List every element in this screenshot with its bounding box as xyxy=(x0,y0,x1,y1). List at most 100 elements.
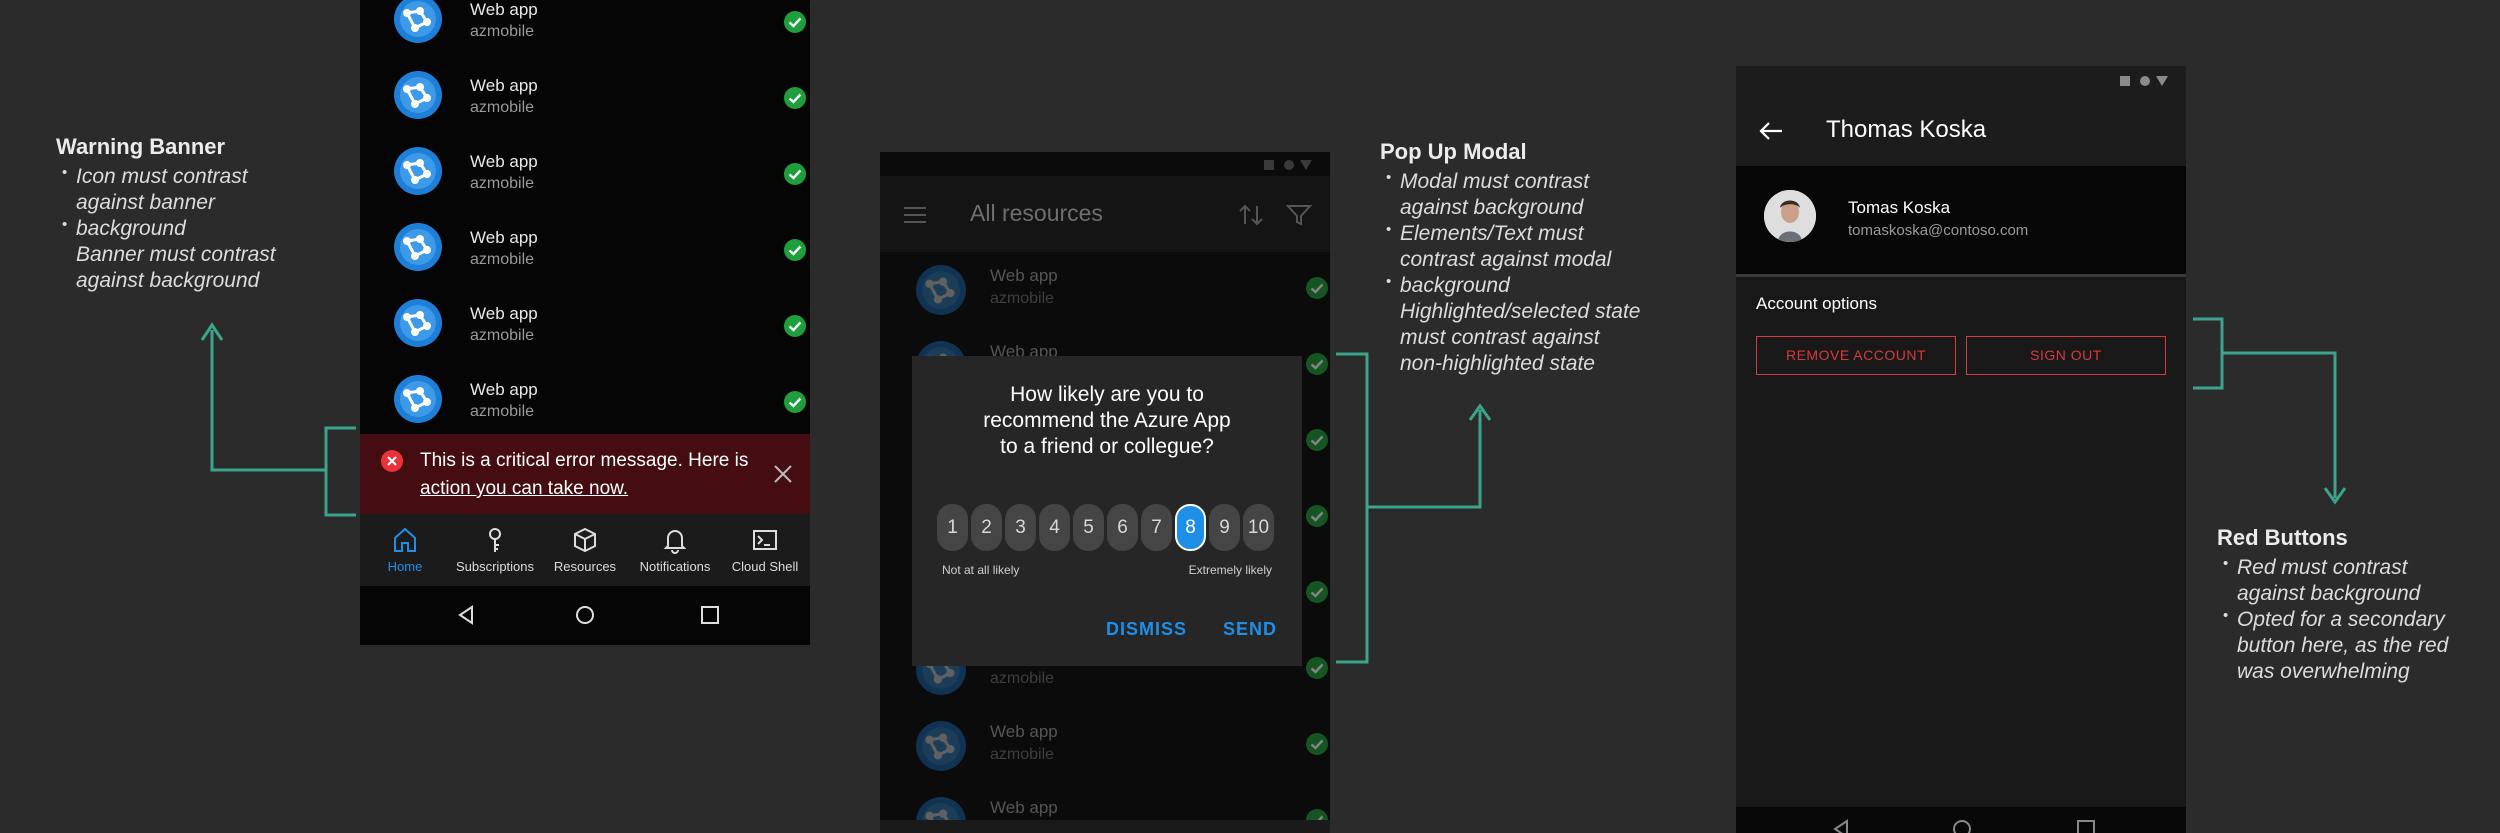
sign-out-button[interactable]: SIGN OUT xyxy=(1966,336,2166,375)
rating-option[interactable]: 8 xyxy=(1175,504,1206,551)
web-app-icon xyxy=(393,374,443,424)
close-icon[interactable] xyxy=(773,464,793,484)
check-circle-icon xyxy=(1305,732,1329,756)
survey-modal: How likely are you to recommend the Azur… xyxy=(912,356,1302,666)
pop-up-modal-annotation: Pop Up Modal Modal must contrast against… xyxy=(1380,139,1641,377)
tab-cloud-shell[interactable]: Cloud Shell xyxy=(720,514,810,586)
list-item[interactable]: Web app azmobile xyxy=(360,360,810,436)
rating-option[interactable]: 7 xyxy=(1141,504,1172,551)
home-circle-icon[interactable] xyxy=(574,604,596,626)
annotation-bullet: Elements/Text must xyxy=(1380,217,1641,247)
warning-arrow-line xyxy=(210,330,326,472)
annotation-line: button here, as the red xyxy=(2237,634,2449,657)
dismiss-button[interactable]: DISMISS xyxy=(1106,619,1187,640)
check-circle-icon xyxy=(783,86,807,110)
sort-icon[interactable] xyxy=(1237,202,1265,228)
user-photo-icon xyxy=(1764,190,1816,242)
item-subtitle: azmobile xyxy=(470,403,535,420)
web-app-icon xyxy=(393,0,443,44)
list-item[interactable]: Web app azmobile xyxy=(360,132,810,208)
check-circle-icon xyxy=(783,162,807,186)
android-nav-bar xyxy=(1736,807,2186,833)
tab-subscriptions[interactable]: Subscriptions xyxy=(450,514,540,586)
list-item[interactable]: Web app azmobile xyxy=(360,284,810,360)
warning-banner-annotation: Warning Banner Icon must contrast agains… xyxy=(56,134,276,294)
modal-bracket xyxy=(1336,352,1369,664)
check-circle-icon xyxy=(1305,428,1329,452)
status-icons xyxy=(2120,76,2168,86)
phone-account-screen: Thomas Koska Tomas Koska tomaskoska@cont… xyxy=(1736,66,2186,833)
web-app-icon xyxy=(393,70,443,120)
item-subtitle: azmobile xyxy=(470,327,535,344)
account-email: tomaskoska@contoso.com xyxy=(1848,222,2029,239)
check-circle-icon xyxy=(783,390,807,414)
android-nav-bar xyxy=(360,586,810,645)
rating-option[interactable]: 6 xyxy=(1107,504,1138,551)
banner-action-link[interactable]: action you can take now. xyxy=(420,478,628,500)
annotation-line: against banner xyxy=(76,191,215,214)
annotation-line: against background xyxy=(2237,582,2421,605)
tab-notifications[interactable]: Notifications xyxy=(630,514,720,586)
warning-bracket xyxy=(324,426,356,517)
phone-warning-banner-screen: Web app azmobile Web app azmobile Web app azm… xyxy=(360,0,810,645)
item-subtitle: azmobile xyxy=(990,746,1055,763)
remove-account-button[interactable]: REMOVE ACCOUNT xyxy=(1756,336,1956,375)
tab-label: Cloud Shell xyxy=(731,559,799,574)
tab-label: Notifications xyxy=(639,559,711,574)
check-circle-icon xyxy=(1305,504,1329,528)
rating-option[interactable]: 3 xyxy=(1005,504,1036,551)
error-circle-icon xyxy=(381,450,403,472)
item-subtitle: azmobile xyxy=(470,99,535,116)
back-triangle-icon[interactable] xyxy=(455,604,477,626)
web-app-icon xyxy=(393,222,443,272)
rating-option[interactable]: 2 xyxy=(971,504,1002,551)
filter-icon[interactable] xyxy=(1285,202,1313,228)
list-item[interactable]: Web app azmobile xyxy=(880,708,1330,784)
recents-square-icon[interactable] xyxy=(2076,819,2096,833)
rating-option[interactable]: 4 xyxy=(1039,504,1070,551)
status-icons xyxy=(1264,160,1312,170)
rating-option[interactable]: 9 xyxy=(1209,504,1240,551)
recents-square-icon[interactable] xyxy=(700,605,720,625)
hamburger-menu-icon[interactable] xyxy=(902,204,928,226)
list-item[interactable]: Web app azmobile xyxy=(880,252,1330,328)
avatar xyxy=(1764,190,1816,242)
annotation-title: Red Buttons xyxy=(2217,525,2348,550)
modal-arrow-line xyxy=(1367,410,1482,509)
rating-option[interactable]: 10 xyxy=(1243,504,1274,551)
question-line: to a friend or collegue? xyxy=(1000,435,1214,458)
question-line: recommend the Azure App xyxy=(983,409,1231,432)
app-header: Thomas Koska xyxy=(1736,96,2186,166)
terminal-icon xyxy=(753,530,777,550)
account-name: Tomas Koska xyxy=(1848,198,1951,217)
annotation-title: Pop Up Modal xyxy=(1380,139,1527,164)
home-circle-icon[interactable] xyxy=(1952,819,1972,833)
back-arrow-icon[interactable] xyxy=(1758,120,1784,142)
red-arrow-line xyxy=(2222,351,2337,498)
banner-message: This is a critical error message. Here i… xyxy=(420,450,749,471)
item-subtitle: azmobile xyxy=(990,670,1055,687)
page-title: Thomas Koska xyxy=(1826,116,1987,143)
annotation-line: Banner must contrast xyxy=(76,243,276,266)
rating-option[interactable]: 5 xyxy=(1073,504,1104,551)
tab-label: Resources xyxy=(553,559,617,574)
item-title: Web app xyxy=(470,304,538,323)
list-item[interactable]: Web app azmobile xyxy=(360,208,810,284)
list-item[interactable]: Web app azmobile xyxy=(360,0,810,56)
list-item[interactable]: Web app azmobile xyxy=(360,56,810,132)
back-triangle-icon[interactable] xyxy=(1831,819,1851,833)
annotation-line: against background xyxy=(76,269,260,292)
scale-low-label: Not at all likely xyxy=(942,563,1020,577)
question-line: How likely are you to xyxy=(1010,383,1204,406)
annotation-bullet: background xyxy=(56,212,276,242)
tab-resources[interactable]: Resources xyxy=(540,514,630,586)
app-header: All resources xyxy=(880,176,1330,252)
rating-option[interactable]: 1 xyxy=(937,504,968,551)
annotation-title: Warning Banner xyxy=(56,134,226,159)
status-bar xyxy=(1736,66,2186,96)
check-circle-icon xyxy=(783,238,807,262)
send-button[interactable]: SEND xyxy=(1223,619,1277,640)
annotation-line: was overwhelming xyxy=(2237,660,2410,683)
tab-home[interactable]: Home xyxy=(360,514,450,586)
check-circle-icon xyxy=(1305,276,1329,300)
